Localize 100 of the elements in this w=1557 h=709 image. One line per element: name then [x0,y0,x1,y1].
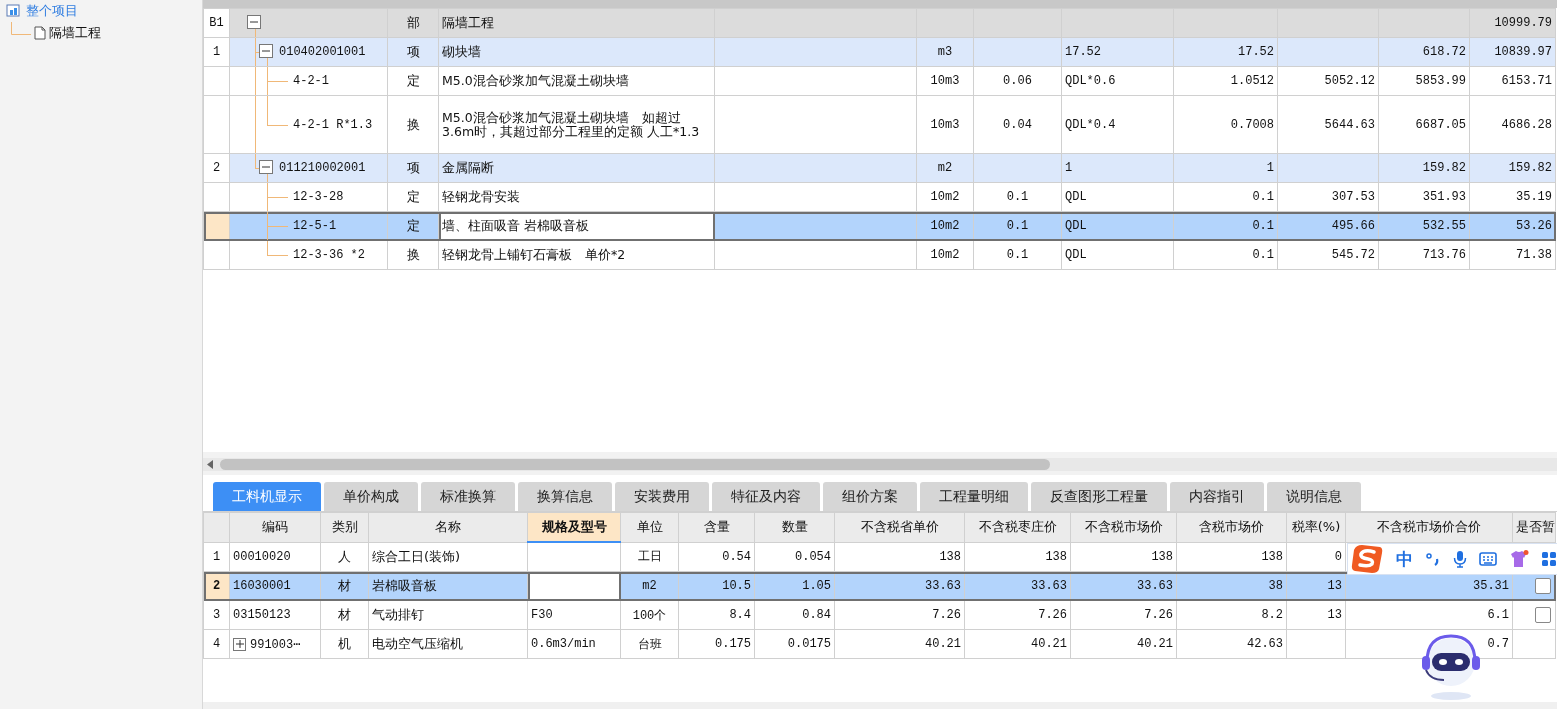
table-cell: 0.1 [1173,182,1278,212]
ime-mode-button[interactable]: 中 [1396,547,1413,571]
column-header[interactable]: 是否暂 [1512,512,1556,542]
table-cell: 00010020 [229,542,321,572]
tab[interactable]: 单价构成 [324,482,418,511]
collapse-toggle[interactable] [247,15,261,29]
table-cell: F30 [527,600,621,630]
tab[interactable]: 工程量明细 [920,482,1028,511]
table-cell: 17.52 [1173,37,1278,67]
row-number: 3 [203,600,230,630]
table-cell: 定 [387,66,439,96]
column-header[interactable]: 含税市场价 [1176,512,1287,542]
table-row[interactable]: B1 部 隔墙工程 10999.79 [203,8,1556,38]
table-row[interactable]: 2 16030001 材 岩棉吸音板 m2 10.5 1.05 33.63 33.63 33.63 38 13 35.31 [203,571,1556,601]
microphone-icon[interactable] [1453,550,1467,568]
tab[interactable]: 组价方案 [823,482,917,511]
table-cell: 1.0512 [1173,66,1278,96]
tree-item[interactable]: 整个项目 [26,2,78,20]
expand-toggle[interactable] [233,637,246,651]
table-cell: 0.54 [678,542,755,572]
table-cell: m2 [916,153,974,183]
table-cell: 砌块墙 [438,37,715,67]
table-cell [1286,629,1346,659]
tab[interactable]: 标准换算 [421,482,515,511]
table-cell: 人 [320,542,369,572]
shirt-icon[interactable] [1509,550,1529,568]
tab[interactable]: 反查图形工程量 [1031,482,1167,511]
table-cell: 03150123 [229,600,321,630]
table-cell: QDL*0.4 [1061,95,1174,154]
column-header[interactable]: 规格及型号 [527,512,621,542]
table-cell: 6.1 [1345,600,1513,630]
tab[interactable]: 特征及内容 [712,482,820,511]
table-cell: 气动排钉 [368,600,528,630]
scrollbar-thumb[interactable] [220,459,1050,470]
tab[interactable]: 内容指引 [1170,482,1264,511]
table-cell: 10m3 [916,95,974,154]
row-number: B1 [203,8,230,38]
tab[interactable]: 换算信息 [518,482,612,511]
table-cell: 部 [387,8,439,38]
row-number: 2 [203,153,230,183]
table-cell: 5853.99 [1378,66,1470,96]
table-cell: 7.26 [1070,600,1177,630]
collapse-toggle[interactable] [259,44,273,58]
table-cell: 6153.71 [1469,66,1556,96]
table-cell: 轻钢龙骨安装 [438,182,715,212]
column-header[interactable]: 含量 [678,512,755,542]
row-number: 1 [203,542,230,572]
table-cell: 40.21 [1070,629,1177,659]
table-cell: 8.2 [1176,600,1287,630]
tab[interactable]: 说明信息 [1267,482,1361,511]
grid-icon[interactable] [1541,551,1557,567]
table-cell: QDL*0.6 [1061,66,1174,96]
item-code: 010402001001 [279,45,366,59]
horizontal-scrollbar[interactable] [203,458,1557,471]
keyboard-icon[interactable] [1479,552,1497,566]
column-header[interactable]: 类别 [320,512,369,542]
table-cell: 0.054 [754,542,835,572]
table-cell: 0.6m3/min [527,629,621,659]
plus-icon [234,639,245,650]
tree-line [11,21,31,35]
document-icon [34,26,46,40]
scroll-left-icon[interactable] [207,460,214,469]
column-header[interactable]: 不含税市场价合价 [1345,512,1513,542]
checkbox[interactable] [1535,607,1551,624]
table-cell: 0.06 [973,66,1062,96]
table-cell: 项 [387,37,439,67]
table-cell: 40.21 [964,629,1071,659]
table-row[interactable]: 12-3-28 定 轻钢龙骨安装 10m2 0.1 QDL 0.1 307.53 351.93 35.19 [203,182,1556,212]
column-header[interactable]: 数量 [754,512,835,542]
column-header[interactable]: 不含税市场价 [1070,512,1177,542]
column-header[interactable]: 编码 [229,512,321,542]
table-cell: 10m2 [916,240,974,270]
table-cell: 轻钢龙骨上铺钉石膏板 单价*2 [438,240,715,270]
column-header[interactable]: 不含税枣庄价 [964,512,1071,542]
column-header[interactable]: 税率(%) [1286,512,1346,542]
collapse-toggle[interactable] [259,160,273,174]
table-cell: 4686.28 [1469,95,1556,154]
table-cell: 换 [387,240,439,270]
column-header[interactable]: 单位 [620,512,679,542]
punctuation-icon[interactable] [1425,551,1441,567]
table-cell: 0.7008 [1173,95,1278,154]
table-row[interactable]: 2 011210002001 项 金属隔断 m2 1 1 159.82 159.82 [203,153,1556,183]
table-row[interactable]: 12-3-36 *2 换 轻钢龙骨上铺钉石膏板 单价*2 10m2 0.1 QDL 0.1 545.72 713.76 71.38 [203,240,1556,270]
tree-item[interactable]: 隔墙工程 [49,24,101,42]
table-cell: 159.82 [1469,153,1556,183]
table-cell: 6687.05 [1378,95,1470,154]
tab[interactable]: 安装费用 [615,482,709,511]
column-header[interactable]: 不含税省单价 [834,512,965,542]
table-row[interactable]: 1 010402001001 项 砌块墙 m3 17.52 17.52 618.72 10839.97 [203,37,1556,67]
column-header[interactable]: 名称 [368,512,528,542]
ime-logo-icon[interactable] [1350,544,1384,574]
checkbox[interactable] [1535,578,1551,595]
table-cell: 40.21 [834,629,965,659]
table-cell [916,8,974,38]
table-row[interactable]: 4-2-1 定 M5.0混合砂浆加气混凝土砌块墙 10m3 0.06 QDL*0.6 1.0512 5052.12 5853.99 6153.71 [203,66,1556,96]
row-number: 4 [203,629,230,659]
table-row[interactable]: 3 03150123 材 气动排钉 F30 100个 8.4 0.84 7.26 7.26 7.26 8.2 13 6.1 [203,600,1556,630]
table-cell: 5052.12 [1277,66,1379,96]
table-row[interactable]: 4-2-1 R*1.3 换 M5.0混合砂浆加气混凝土砌块墙 如超过3.6m时，其超过部分工程里的定额 人工*1.3 10m3 0.04 QDL*0.4 0.7008 5644.63 6687.05 4686.28 [203,95,1556,154]
table-row[interactable]: 12-5-1 定 墙、柱面吸音 岩棉吸音板 10m2 0.1 QDL 0.1 495.66 532.55 53.26 [203,211,1556,241]
